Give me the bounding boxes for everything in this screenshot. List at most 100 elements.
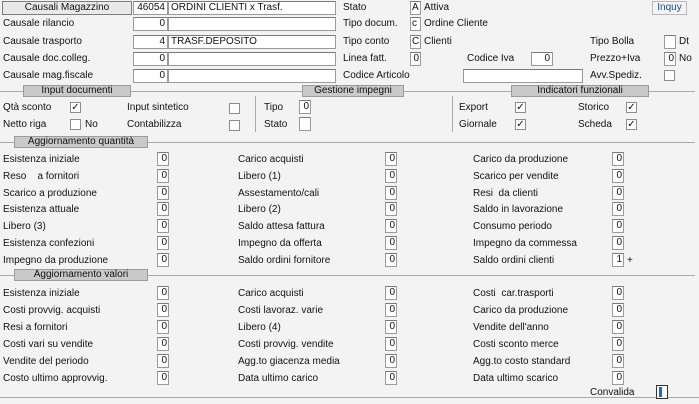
agg_valori-col1-field[interactable]: 0 — [157, 320, 169, 334]
agg_valori-col3-field[interactable]: 0 — [612, 337, 624, 351]
agg_valori-col3-label: Costi sconto merce — [473, 339, 559, 350]
agg_quantita-col2-field[interactable]: 0 — [385, 202, 397, 217]
causale-rilancio-label: Causale rilancio — [3, 18, 75, 29]
causale-trasporto-desc[interactable]: TRASF.DEPOSITO — [168, 35, 336, 49]
agg_valori-col3-label: Agg.to costo standard — [473, 356, 571, 367]
contabilizza-checkbox[interactable] — [229, 120, 240, 131]
causale-rilancio-code[interactable]: 0 — [133, 17, 168, 31]
prezzo-iva-suffix: No — [679, 53, 692, 64]
agg_quantita-col1-field[interactable]: 0 — [157, 202, 169, 217]
agg_valori-col2-field[interactable]: 0 — [385, 371, 397, 385]
agg_quantita-col2-field[interactable]: 0 — [385, 168, 397, 183]
stato-label: Stato — [343, 2, 367, 13]
agg_valori-col1-field[interactable]: 0 — [157, 286, 169, 300]
indicatori-separator — [452, 96, 453, 132]
agg_quantita-col2-label: Saldo attesa fattura — [238, 221, 325, 233]
prezzo-iva-label: Prezzo+Iva — [590, 53, 641, 64]
agg_quantita-col3-field[interactable]: 0 — [612, 168, 624, 183]
agg_valori-col1-label: Costi provvig. acquisti — [3, 305, 101, 316]
agg_valori-col3-field[interactable]: 0 — [612, 303, 624, 317]
causale-trasporto-code[interactable]: 4 — [133, 35, 168, 49]
agg_quantita-col3-label: Saldo ordini clienti — [473, 254, 555, 266]
agg_quantita-col1-field[interactable]: 0 — [157, 252, 169, 267]
causale-mag-fiscale-desc[interactable] — [168, 69, 336, 83]
agg_quantita-col2-label: Libero (1) — [238, 170, 281, 182]
agg_valori-col2-field[interactable]: 0 — [385, 337, 397, 351]
agg_valori-col3-field[interactable]: 0 — [612, 320, 624, 334]
agg_quantita-col1-field[interactable]: 0 — [157, 185, 169, 200]
causale-doc-colleg-code[interactable]: 0 — [133, 52, 168, 66]
causali-magazzino-button[interactable]: Causali Magazzino — [2, 1, 132, 15]
agg_valori-col2-label: Costi lavoraz. varie — [238, 305, 324, 316]
agg_valori-col3-field[interactable]: 0 — [612, 354, 624, 368]
agg_quantita-col3-field[interactable]: 0 — [612, 152, 624, 166]
qta-sconto-checkbox[interactable]: ✓ — [70, 102, 81, 113]
tipo-conto-code[interactable]: C — [410, 35, 421, 49]
input-sintetico-checkbox[interactable] — [229, 103, 240, 114]
input-sintetico-label: Input sintetico — [127, 102, 189, 113]
agg_quantita-col1-field[interactable]: 0 — [157, 152, 169, 166]
agg_quantita-col2-field[interactable]: 0 — [385, 219, 397, 234]
netto-riga-checkbox[interactable] — [70, 119, 81, 130]
causale-doc-colleg-label: Causale doc.colleg. — [3, 53, 91, 64]
giornale-label: Giornale — [459, 119, 497, 130]
agg_quantita-col1-field[interactable]: 0 — [157, 219, 169, 234]
agg_quantita-col3-label: Saldo in lavorazione — [473, 204, 564, 216]
agg_valori-col1-field[interactable]: 0 — [157, 371, 169, 385]
causale-doc-colleg-desc[interactable] — [168, 52, 336, 66]
scheda-checkbox[interactable]: ✓ — [626, 119, 637, 130]
tipo-docum-code[interactable]: c — [410, 17, 421, 31]
storico-checkbox[interactable]: ✓ — [626, 102, 637, 113]
toggle-indicator-icon — [659, 387, 662, 397]
agg_valori-col2-field[interactable]: 0 — [385, 303, 397, 317]
agg_valori-col1-field[interactable]: 0 — [157, 303, 169, 317]
causale-description-field[interactable]: ORDINI CLIENTI x Trasf. — [168, 1, 336, 15]
prezzo-iva-field[interactable]: 0 — [664, 52, 676, 66]
agg_valori-col2-field[interactable]: 0 — [385, 286, 397, 300]
gestione-impegni-header: Gestione impegni — [302, 85, 404, 97]
avv-spediz-label: Avv.Spediz. — [590, 70, 642, 81]
agg_quantita-col3-field[interactable]: 0 — [612, 202, 624, 217]
agg_quantita-col1-label: Scarico a produzione — [3, 187, 97, 199]
codice-articolo-field[interactable] — [463, 69, 583, 83]
agg_valori-col1-field[interactable]: 0 — [157, 354, 169, 368]
stato-code[interactable]: A — [410, 1, 421, 15]
impegni-separator — [255, 96, 256, 132]
agg_quantita-col3-field[interactable]: 0 — [612, 185, 624, 200]
linea-fatt-field[interactable]: 0 — [410, 52, 421, 66]
agg_quantita-col1-field[interactable]: 0 — [157, 168, 169, 183]
agg_valori-col3-field[interactable]: 0 — [612, 286, 624, 300]
agg_valori-col1-label: Esistenza iniziale — [3, 288, 80, 299]
agg_quantita-col1-label: Esistenza iniziale — [3, 154, 80, 165]
agg_quantita-col3-suffix: + — [627, 254, 633, 266]
impegni-tipo-field[interactable]: 0 — [299, 100, 311, 114]
agg_valori-col2-field[interactable]: 0 — [385, 354, 397, 368]
causale-rilancio-desc[interactable] — [168, 17, 336, 31]
agg_quantita-col1-field[interactable]: 0 — [157, 236, 169, 250]
agg_valori-col2-field[interactable]: 0 — [385, 320, 397, 334]
impegni-stato-field[interactable] — [299, 117, 311, 131]
agg_quantita-col3-field[interactable]: 1 — [612, 252, 624, 267]
scheda-label: Scheda — [578, 119, 612, 130]
causale-code-field[interactable]: 46054 — [133, 1, 168, 15]
tipo-bolla-field[interactable] — [664, 35, 676, 49]
agg_quantita-col3-field[interactable]: 0 — [612, 236, 624, 250]
agg_quantita-col1-label: Libero (3) — [3, 221, 46, 233]
agg_quantita-col2-field[interactable]: 0 — [385, 252, 397, 267]
agg_valori-col1-field[interactable]: 0 — [157, 337, 169, 351]
agg_valori-col1-label: Vendite del periodo — [3, 356, 89, 367]
agg_quantita-col1-label: Impegno da produzione — [3, 254, 109, 266]
causale-mag-fiscale-code[interactable]: 0 — [133, 69, 168, 83]
convalida-toggle[interactable] — [656, 385, 668, 399]
avv-spediz-checkbox[interactable] — [664, 70, 675, 81]
codice-iva-field[interactable]: 0 — [531, 52, 553, 66]
agg_quantita-col2-field[interactable]: 0 — [385, 152, 397, 166]
agg_quantita-col3-field[interactable]: 0 — [612, 219, 624, 234]
giornale-checkbox[interactable]: ✓ — [515, 119, 526, 130]
export-checkbox[interactable]: ✓ — [515, 102, 526, 113]
agg_valori-col3-field[interactable]: 0 — [612, 371, 624, 385]
agg_quantita-col2-field[interactable]: 0 — [385, 185, 397, 200]
inquy-button[interactable]: Inquy — [652, 1, 687, 15]
agg_quantita-col2-field[interactable]: 0 — [385, 236, 397, 250]
indicatori-funzionali-header: Indicatori funzionali — [511, 85, 649, 97]
